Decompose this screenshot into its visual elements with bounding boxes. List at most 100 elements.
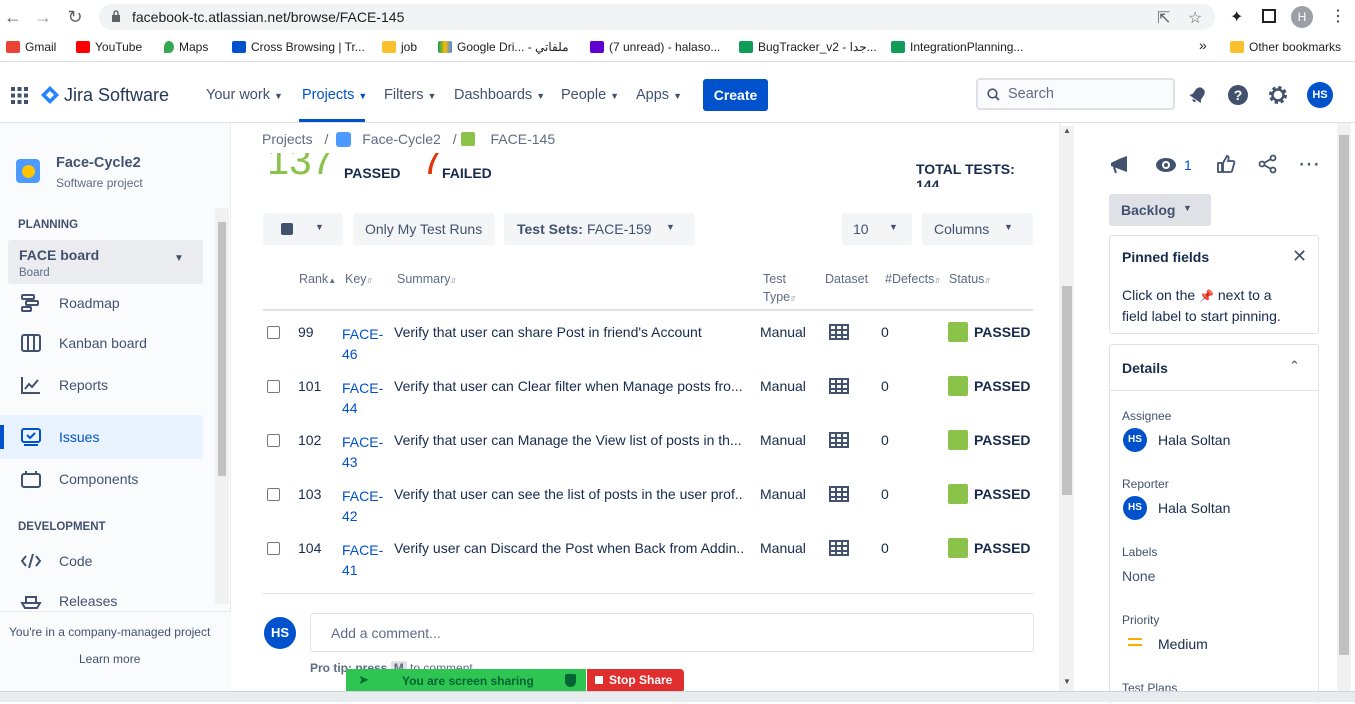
project-name[interactable]: Face-Cycle2 xyxy=(56,155,141,171)
only-my-test-runs-button[interactable]: Only My Test Runs xyxy=(353,213,495,245)
nav-dashboards[interactable]: Dashboards ▼ xyxy=(454,87,545,103)
right-scrollbar[interactable] xyxy=(1337,123,1351,691)
reload-icon[interactable]: ↻ xyxy=(64,6,86,28)
create-button[interactable]: Create xyxy=(703,79,768,111)
col-defects[interactable]: #Defects⇵ xyxy=(885,272,940,286)
dataset-table-icon[interactable] xyxy=(829,378,849,394)
product-name[interactable]: Jira Software xyxy=(64,85,169,106)
table-row[interactable]: 101 FACE- 44 Verify that user can Clear fil… xyxy=(263,367,1033,421)
main-scrollbar-track[interactable]: ▲ ▼ xyxy=(1060,126,1074,691)
row-summary[interactable]: Verify that user can Clear filter when M… xyxy=(394,378,744,394)
row-key-link[interactable]: FACE- 41 xyxy=(342,540,383,580)
bookmark-bugtracker[interactable]: BugTracker_v2 - جدا... xyxy=(739,40,877,54)
nav-projects[interactable]: Projects ▼ xyxy=(302,87,367,103)
help-icon[interactable]: ? xyxy=(1227,84,1249,106)
page-size-select[interactable]: 10 ▼ xyxy=(842,213,912,245)
share-page-icon[interactable]: ⇱ xyxy=(1157,8,1170,28)
drag-handle-icon[interactable]: ➤ xyxy=(358,672,369,688)
nav-your-work[interactable]: Your work ▼ xyxy=(206,87,283,103)
sidebar-scroll-thumb[interactable] xyxy=(218,222,226,476)
nav-filters[interactable]: Filters ▼ xyxy=(384,87,436,103)
learn-more-link[interactable]: Learn more xyxy=(79,652,140,666)
col-status[interactable]: Status⇵ xyxy=(949,272,990,286)
nav-apps[interactable]: Apps ▼ xyxy=(636,87,682,103)
row-summary[interactable]: Verify that user can see the list of pos… xyxy=(394,486,744,502)
bookmark-youtube[interactable]: YouTube xyxy=(76,40,142,54)
back-icon[interactable]: ← xyxy=(2,6,24,28)
row-checkbox[interactable] xyxy=(267,326,280,339)
table-row[interactable]: 103 FACE- 42 Verify that user can see the l… xyxy=(263,475,1033,529)
board-switcher[interactable]: FACE board Board ▼ xyxy=(8,240,203,284)
details-header[interactable]: Details ⌃ xyxy=(1110,345,1318,391)
close-icon[interactable]: ✕ xyxy=(1292,246,1307,267)
feedback-megaphone-icon[interactable] xyxy=(1109,155,1131,175)
search-input[interactable]: Search xyxy=(976,78,1175,110)
address-bar[interactable]: facebook-tc.atlassian.net/browse/FACE-14… xyxy=(99,4,1215,30)
row-key-link[interactable]: FACE- 46 xyxy=(342,324,383,364)
app-switcher-icon[interactable] xyxy=(11,87,28,104)
browser-menu-icon[interactable]: ⋮ xyxy=(1330,6,1346,26)
right-scroll-thumb[interactable] xyxy=(1339,135,1349,655)
sidepanel-icon[interactable] xyxy=(1262,9,1276,23)
screen-share-status[interactable]: ➤ You are screen sharing xyxy=(346,669,586,693)
notifications-icon[interactable] xyxy=(1188,85,1208,105)
reporter-value[interactable]: Hala Soltan xyxy=(1158,500,1230,516)
user-avatar[interactable]: HS xyxy=(1307,82,1333,108)
scroll-up-icon[interactable]: ▲ xyxy=(1063,126,1071,135)
dataset-table-icon[interactable] xyxy=(829,324,849,340)
row-checkbox[interactable] xyxy=(267,488,280,501)
watch-eye-icon[interactable] xyxy=(1155,155,1177,175)
table-row[interactable]: 99 FACE- 46 Verify that user can share Post… xyxy=(263,313,1033,367)
comment-input[interactable]: Add a comment... xyxy=(310,613,1034,652)
priority-value[interactable]: Medium xyxy=(1158,636,1208,652)
row-summary[interactable]: Verify that user can Manage the View lis… xyxy=(394,432,744,448)
assignee-value[interactable]: Hala Soltan xyxy=(1158,432,1230,448)
status-transition-button[interactable]: Backlog ▼ xyxy=(1109,194,1211,226)
row-summary[interactable]: Verify that user can share Post in frien… xyxy=(394,324,744,340)
row-checkbox[interactable] xyxy=(267,434,280,447)
bookmark-yahoo[interactable]: (7 unread) - halaso... xyxy=(590,40,720,54)
bookmark-other[interactable]: Other bookmarks xyxy=(1230,40,1341,54)
sidebar-item-kanban[interactable]: Kanban board xyxy=(0,323,203,363)
share-icon[interactable] xyxy=(1258,154,1278,174)
breadcrumb-issue-key[interactable]: FACE-145 xyxy=(491,131,556,147)
test-sets-filter[interactable]: Test Sets: FACE-159 ▼ xyxy=(504,213,695,245)
settings-gear-icon[interactable] xyxy=(1267,84,1289,106)
sidebar-item-components[interactable]: Components xyxy=(0,459,203,499)
row-summary[interactable]: Verify user can Discard the Post when Ba… xyxy=(394,540,744,556)
nav-people[interactable]: People ▼ xyxy=(561,87,619,103)
columns-select[interactable]: Columns ▼ xyxy=(922,213,1033,245)
bookmark-integration[interactable]: IntegrationPlanning... xyxy=(891,40,1023,54)
col-test-type-1[interactable]: Test xyxy=(763,272,786,286)
bookmark-star-icon[interactable]: ☆ xyxy=(1188,8,1202,28)
dataset-table-icon[interactable] xyxy=(829,540,849,556)
bookmark-job[interactable]: job xyxy=(382,40,417,54)
sidebar-scrollbar[interactable] xyxy=(215,208,229,604)
col-key[interactable]: Key⇵ xyxy=(345,272,372,286)
more-bookmarks-button[interactable]: » xyxy=(1199,37,1207,53)
bookmark-maps[interactable]: Maps xyxy=(164,40,208,54)
col-rank[interactable]: Rank▲ xyxy=(299,272,336,286)
row-checkbox[interactable] xyxy=(267,542,280,555)
main-scroll-thumb[interactable] xyxy=(1062,286,1072,495)
more-actions-icon[interactable]: ⋯ xyxy=(1298,151,1321,177)
profile-avatar[interactable]: H xyxy=(1291,6,1313,28)
row-checkbox[interactable] xyxy=(267,380,280,393)
breadcrumb-projects[interactable]: Projects xyxy=(262,131,313,147)
dataset-table-icon[interactable] xyxy=(829,432,849,448)
row-key-link[interactable]: FACE- 42 xyxy=(342,486,383,526)
dataset-table-icon[interactable] xyxy=(829,486,849,502)
labels-value[interactable]: None xyxy=(1122,568,1155,584)
stop-share-button[interactable]: Stop Share xyxy=(587,669,684,693)
table-row[interactable]: 102 FACE- 43 Verify that user can Manage th… xyxy=(263,421,1033,475)
row-key-link[interactable]: FACE- 44 xyxy=(342,378,383,418)
row-key-link[interactable]: FACE- 43 xyxy=(342,432,383,472)
col-summary[interactable]: Summary⇵ xyxy=(397,272,456,286)
bookmark-gmail[interactable]: Gmail xyxy=(6,40,56,54)
bookmark-drive[interactable]: Google Dri... - ملفاتي xyxy=(438,40,569,54)
like-thumbs-up-icon[interactable] xyxy=(1216,154,1236,174)
select-all-dropdown[interactable]: ▼ xyxy=(263,213,343,245)
col-test-type-2[interactable]: Type⇵ xyxy=(763,290,796,304)
bookmark-crossbrowsing[interactable]: Cross Browsing | Tr... xyxy=(232,40,365,54)
forward-icon[interactable]: → xyxy=(32,6,54,28)
